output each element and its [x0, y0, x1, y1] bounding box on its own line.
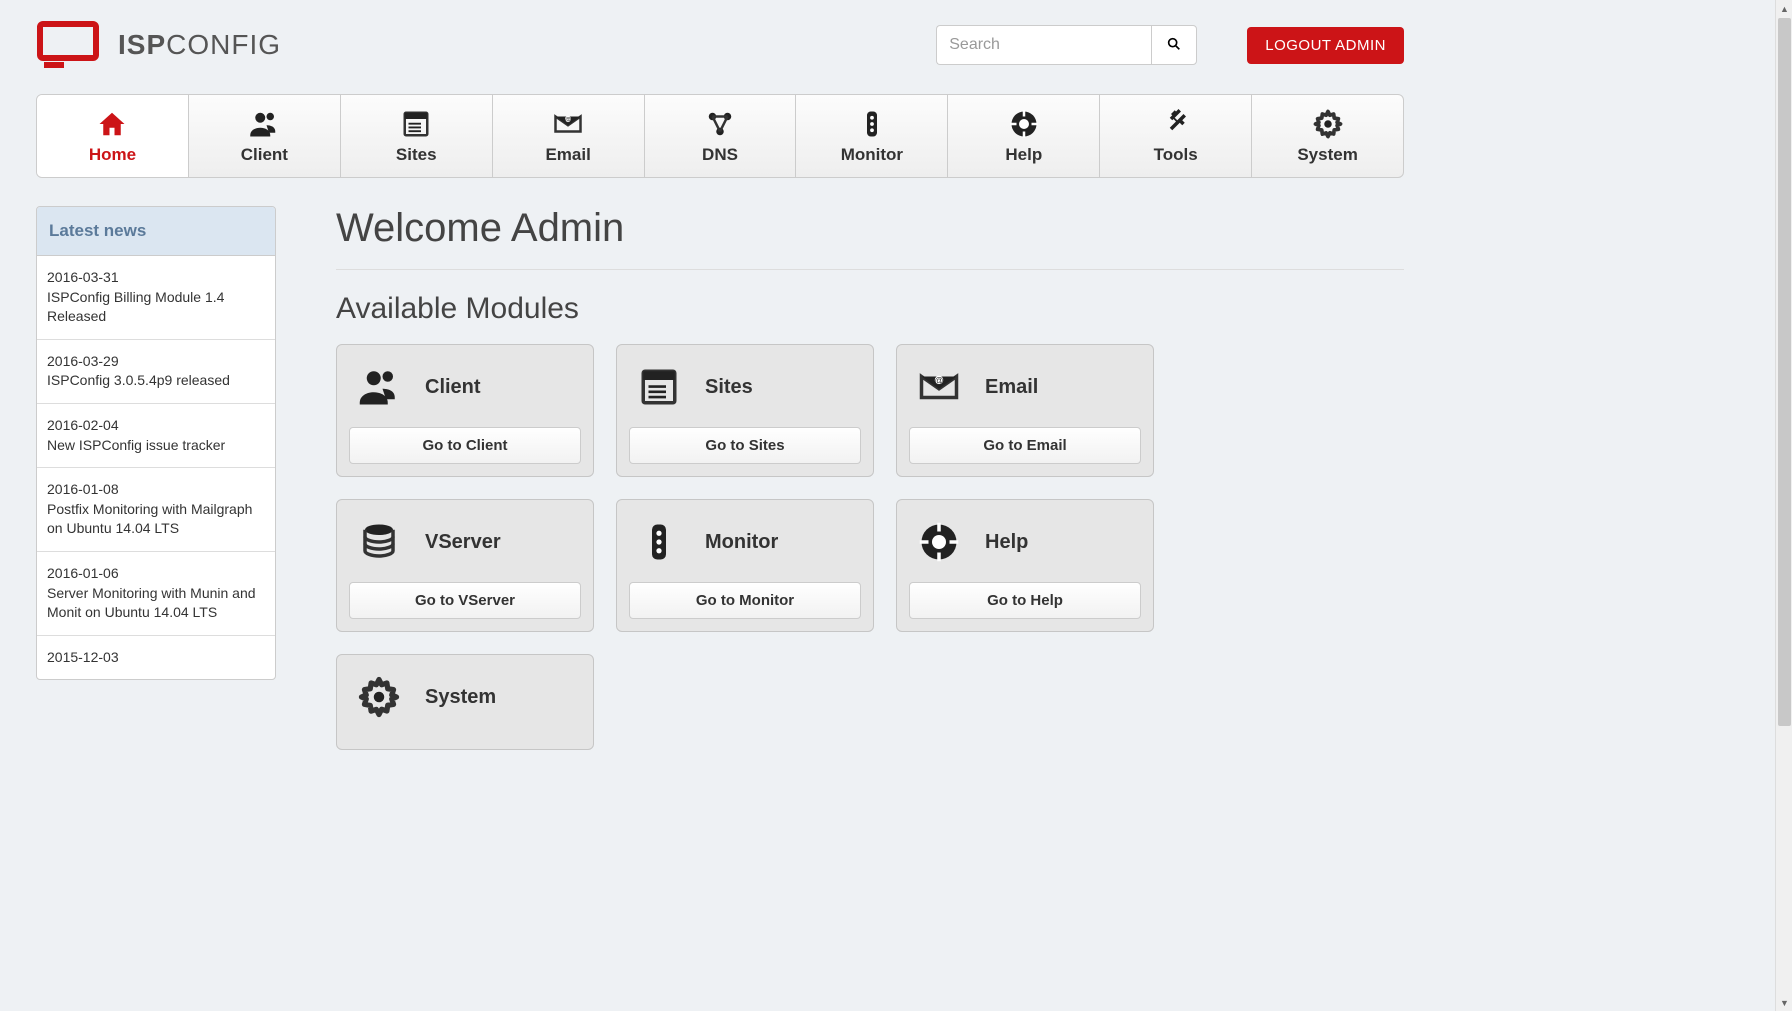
client-icon — [249, 109, 279, 139]
nav-item-sites[interactable]: Sites — [341, 95, 493, 177]
main-nav: Home Client Sites Email DNS Monitor Help… — [36, 94, 1404, 178]
nav-item-system[interactable]: System — [1252, 95, 1403, 177]
module-sites: Sites Go to Sites — [616, 344, 874, 477]
main-content: Welcome Admin Available Modules Client G… — [336, 206, 1404, 750]
nav-item-label: Email — [545, 145, 590, 165]
go-to-email-button[interactable]: Go to Email — [909, 427, 1141, 464]
sites-icon — [401, 109, 431, 139]
news-title: Server Monitoring with Munin and Monit o… — [47, 584, 265, 623]
home-icon — [97, 109, 127, 139]
news-date: 2016-01-08 — [47, 480, 265, 500]
logo-text-light: CONFIG — [166, 29, 281, 61]
system-icon — [357, 675, 401, 719]
news-date: 2016-03-29 — [47, 352, 265, 372]
nav-item-home[interactable]: Home — [37, 95, 189, 177]
module-title: VServer — [425, 531, 501, 554]
news-date: 2016-02-04 — [47, 416, 265, 436]
go-to-help-button[interactable]: Go to Help — [909, 582, 1141, 619]
go-to-monitor-button[interactable]: Go to Monitor — [629, 582, 861, 619]
search-icon — [1166, 36, 1182, 55]
client-icon — [357, 365, 401, 409]
news-title: ISPConfig Billing Module 1.4 Released — [47, 288, 265, 327]
news-item[interactable]: 2016-01-06Server Monitoring with Munin a… — [37, 552, 275, 636]
module-title: Sites — [705, 376, 753, 399]
email-icon — [917, 365, 961, 409]
news-item[interactable]: 2015-12-03 — [37, 636, 275, 680]
news-date: 2016-01-06 — [47, 564, 265, 584]
module-title: Help — [985, 531, 1028, 554]
module-title: Client — [425, 376, 481, 399]
module-title: System — [425, 686, 496, 709]
nav-item-label: Tools — [1154, 145, 1198, 165]
monitor-icon — [637, 520, 681, 564]
module-vserver: VServer Go to VServer — [336, 499, 594, 632]
logo: ISPCONFIG — [36, 20, 281, 70]
sidebar: Latest news 2016-03-31ISPConfig Billing … — [36, 206, 276, 680]
sites-icon — [637, 365, 681, 409]
scrollbar[interactable]: ▲ ▼ — [1775, 0, 1792, 1011]
nav-item-monitor[interactable]: Monitor — [796, 95, 948, 177]
news-item[interactable]: 2016-03-31ISPConfig Billing Module 1.4 R… — [37, 256, 275, 340]
nav-item-label: Client — [241, 145, 288, 165]
scroll-up-icon[interactable]: ▲ — [1776, 0, 1792, 17]
help-icon — [1009, 109, 1039, 139]
module-monitor: Monitor Go to Monitor — [616, 499, 874, 632]
news-item[interactable]: 2016-01-08Postfix Monitoring with Mailgr… — [37, 468, 275, 552]
logo-text-bold: ISP — [118, 29, 166, 61]
logo-icon — [36, 20, 106, 70]
logout-button[interactable]: LOGOUT ADMIN — [1247, 27, 1404, 64]
modules-grid: Client Go to Client Sites Go to Sites Em… — [336, 344, 1404, 750]
module-help: Help Go to Help — [896, 499, 1154, 632]
news-item[interactable]: 2016-02-04New ISPConfig issue tracker — [37, 404, 275, 468]
go-to-sites-button[interactable]: Go to Sites — [629, 427, 861, 464]
dns-icon — [705, 109, 735, 139]
nav-item-client[interactable]: Client — [189, 95, 341, 177]
nav-item-label: Monitor — [841, 145, 903, 165]
email-icon — [553, 109, 583, 139]
topbar: ISPCONFIG LOGOUT ADMIN — [0, 0, 1440, 80]
news-date: 2016-03-31 — [47, 268, 265, 288]
news-title: Postfix Monitoring with Mailgraph on Ubu… — [47, 500, 265, 539]
help-icon — [917, 520, 961, 564]
module-title: Email — [985, 376, 1038, 399]
news-date: 2015-12-03 — [47, 648, 265, 668]
nav-item-label: Home — [89, 145, 136, 165]
page-title: Welcome Admin — [336, 206, 1404, 251]
system-icon — [1313, 109, 1343, 139]
go-to-client-button[interactable]: Go to Client — [349, 427, 581, 464]
scrollbar-thumb[interactable] — [1778, 18, 1791, 726]
nav-item-help[interactable]: Help — [948, 95, 1100, 177]
nav-item-tools[interactable]: Tools — [1100, 95, 1252, 177]
nav-item-label: System — [1297, 145, 1357, 165]
nav-item-email[interactable]: Email — [493, 95, 645, 177]
nav-item-dns[interactable]: DNS — [645, 95, 797, 177]
vserver-icon — [357, 520, 401, 564]
news-title: ISPConfig 3.0.5.4p9 released — [47, 371, 265, 391]
sidebar-header: Latest news — [37, 207, 275, 256]
news-item[interactable]: 2016-03-29ISPConfig 3.0.5.4p9 released — [37, 340, 275, 404]
scroll-down-icon[interactable]: ▼ — [1776, 994, 1792, 1011]
module-title: Monitor — [705, 531, 778, 554]
section-title: Available Modules — [336, 292, 1404, 326]
divider — [336, 269, 1404, 270]
tools-icon — [1161, 109, 1191, 139]
monitor-icon — [857, 109, 887, 139]
search-input[interactable] — [936, 25, 1151, 65]
module-email: Email Go to Email — [896, 344, 1154, 477]
nav-item-label: Sites — [396, 145, 437, 165]
search-group — [936, 25, 1197, 65]
module-client: Client Go to Client — [336, 344, 594, 477]
go-to-vserver-button[interactable]: Go to VServer — [349, 582, 581, 619]
news-title: New ISPConfig issue tracker — [47, 436, 265, 456]
nav-item-label: DNS — [702, 145, 738, 165]
search-button[interactable] — [1151, 25, 1197, 65]
nav-item-label: Help — [1005, 145, 1042, 165]
module-system: System — [336, 654, 594, 750]
